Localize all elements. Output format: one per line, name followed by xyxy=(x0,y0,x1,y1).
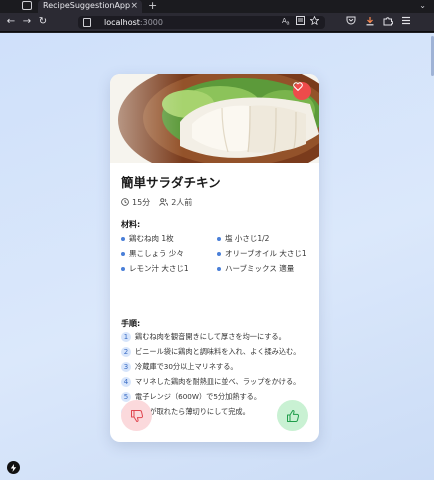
page-icon xyxy=(83,18,91,27)
svg-text:a: a xyxy=(287,21,290,26)
url-text[interactable]: localhost:3000 xyxy=(104,16,163,29)
thumbs-down-icon xyxy=(130,409,143,422)
step-text: 電子レンジ（600W）で5分加熱する。 xyxy=(135,392,262,401)
step-text: 冷蔵庫で30分以上マリネする。 xyxy=(135,362,238,371)
ingredient-item: 黒こしょう 少々 xyxy=(121,249,217,259)
browser-nav-bar: ← → ↻ localhost:3000 Aa xyxy=(0,13,434,32)
ingredient-item: 塩 小さじ1/2 xyxy=(217,234,311,244)
step-item: 2 ビニール袋に鶏肉と調味料を入れ、よく揉み込む。 xyxy=(121,347,317,357)
ingredients-list: 鶏むね肉 1枚 塩 小さじ1/2 黒こしょう 少々 オリーブオイル 大さじ1 レ… xyxy=(121,234,311,274)
steps-heading: 手順: xyxy=(121,319,141,328)
servings: 2人前 xyxy=(171,197,193,207)
tab-title: RecipeSuggestionApp xyxy=(43,1,131,10)
recipe-image xyxy=(110,74,319,163)
recipe-title: 簡単サラダチキン xyxy=(121,175,221,190)
step-number: 2 xyxy=(121,347,131,357)
cooking-time: 15分 xyxy=(132,197,151,207)
tab-overview-icon[interactable] xyxy=(22,1,32,10)
menu-icon[interactable] xyxy=(401,16,411,30)
page-viewport: 簡単サラダチキン 15分 2人前 材料: 鶏むね肉 1枚 塩 小さじ1/2 黒こ… xyxy=(0,33,434,480)
browser-tab-bar: RecipeSuggestionApp × + ⌄ xyxy=(0,0,434,13)
tab-list-icon[interactable]: ⌄ xyxy=(419,0,426,12)
ingredients-heading: 材料: xyxy=(121,220,141,229)
back-icon[interactable]: ← xyxy=(4,15,18,29)
step-text: ビニール袋に鶏肉と調味料を入れ、よく揉み込む。 xyxy=(135,347,301,356)
servings-icon xyxy=(159,198,169,206)
step-text: 鶏むね肉を観音開きにして厚さを均一にする。 xyxy=(135,332,286,341)
url-bar[interactable]: localhost:3000 Aa xyxy=(78,15,325,29)
step-item: 1 鶏むね肉を観音開きにして厚さを均一にする。 xyxy=(121,332,317,342)
dev-tools-badge[interactable] xyxy=(7,461,20,474)
tab-close-icon[interactable]: × xyxy=(130,0,138,12)
extensions-icon[interactable] xyxy=(383,16,394,31)
clock-icon xyxy=(121,198,129,206)
dislike-button[interactable] xyxy=(121,400,152,431)
like-button[interactable] xyxy=(277,400,308,431)
pocket-icon[interactable] xyxy=(346,16,356,30)
translate-icon[interactable]: Aa xyxy=(282,16,291,29)
ingredient-item: 鶏むね肉 1枚 xyxy=(121,234,217,244)
step-text: マリネした鶏肉を耐熱皿に並べ、ラップをかける。 xyxy=(135,377,301,386)
step-text: 粗熱が取れたら薄切りにして完成。 xyxy=(135,407,250,416)
step-number: 1 xyxy=(121,332,131,342)
bookmark-star-icon[interactable] xyxy=(309,15,320,29)
step-number: 3 xyxy=(121,362,131,372)
lightning-icon xyxy=(10,463,17,472)
heart-icon xyxy=(293,82,303,91)
recipe-card: 簡単サラダチキン 15分 2人前 材料: 鶏むね肉 1枚 塩 小さじ1/2 黒こ… xyxy=(110,74,319,442)
thumbs-up-icon xyxy=(286,409,299,422)
reload-icon[interactable]: ↻ xyxy=(36,15,50,29)
forward-icon[interactable]: → xyxy=(20,15,34,29)
reader-view-icon[interactable] xyxy=(296,16,305,29)
ingredient-item: オリーブオイル 大さじ1 xyxy=(217,249,311,259)
ingredient-item: レモン汁 大さじ1 xyxy=(121,264,217,274)
step-item: 4 マリネした鶏肉を耐熱皿に並べ、ラップをかける。 xyxy=(121,377,317,387)
ingredient-item: ハーブミックス 適量 xyxy=(217,264,311,274)
new-tab-button[interactable]: + xyxy=(148,0,157,11)
step-number: 4 xyxy=(121,377,131,387)
step-item: 3 冷蔵庫で30分以上マリネする。 xyxy=(121,362,317,372)
recipe-meta: 15分 2人前 xyxy=(121,196,192,208)
favorite-button[interactable] xyxy=(293,82,311,100)
browser-tab[interactable]: RecipeSuggestionApp × xyxy=(38,0,142,13)
download-icon[interactable] xyxy=(365,16,375,31)
